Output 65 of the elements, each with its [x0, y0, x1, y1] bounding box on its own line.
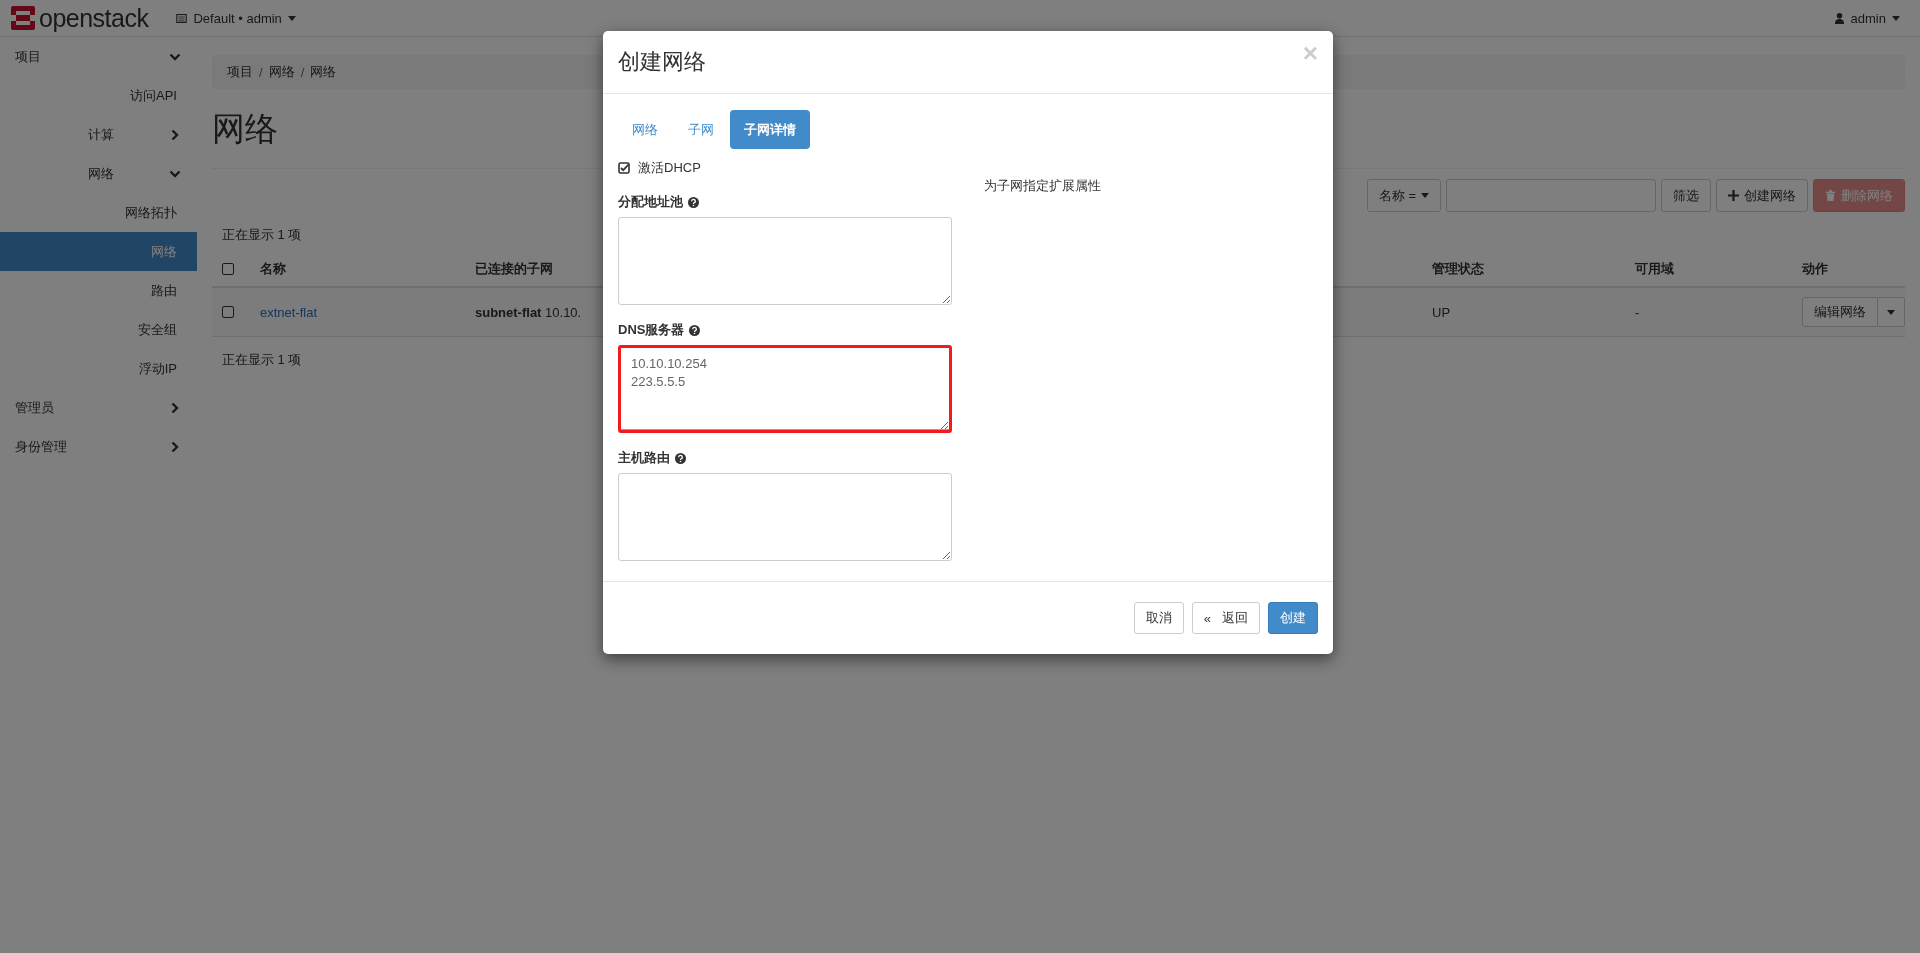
project-menu[interactable]: Default • admin — [176, 10, 296, 26]
column-header: 管理状态 — [1432, 260, 1485, 278]
sidebar-item[interactable]: 项目 — [0, 37, 197, 76]
column-header: 已连接的子网 — [475, 260, 554, 278]
help-icon — [688, 196, 699, 208]
caret-icon — [1887, 309, 1895, 315]
create-network-button[interactable]: 创建网络 — [1716, 179, 1808, 212]
checkbox[interactable] — [222, 263, 234, 275]
item-count: 正在显示 1 项 — [222, 227, 302, 242]
column-header: 名称 — [260, 260, 287, 278]
actions-dropdown-button[interactable] — [1878, 297, 1905, 327]
sidebar-item[interactable]: 浮动IP — [0, 349, 197, 388]
tab[interactable]: 子网 — [674, 110, 728, 149]
tab[interactable]: 网络 — [618, 110, 672, 149]
caret-icon — [287, 15, 296, 21]
brand-name: openstack — [39, 3, 149, 33]
item-count: 正在显示 1 项 — [222, 352, 302, 367]
field-label: DNS服务器 — [618, 321, 685, 339]
chevron-right-icon — [169, 401, 181, 414]
filter-input[interactable] — [1446, 179, 1656, 212]
checkbox[interactable] — [618, 162, 630, 174]
chevron-right-icon — [169, 440, 181, 453]
network-link[interactable]: extnet-flat — [260, 304, 318, 320]
sidebar-item[interactable]: 计算 — [0, 115, 197, 154]
table-cell: UP — [1432, 304, 1451, 320]
create-button[interactable]: 创建 — [1268, 602, 1318, 634]
sidebar-item[interactable]: 网络拓扑 — [0, 193, 197, 232]
caret-icon — [1421, 193, 1429, 198]
user-menu[interactable]: admin — [1833, 10, 1900, 26]
field-label: 主机路由 — [618, 449, 670, 467]
edit-network-button[interactable]: 编辑网络 — [1802, 297, 1878, 327]
chevron-right-icon — [169, 128, 181, 141]
sidebar-item[interactable]: 安全组 — [0, 310, 197, 349]
breadcrumb-separator: / — [300, 64, 305, 80]
text-area[interactable]: 10.10.10.254 223.5.5.5 — [618, 345, 952, 433]
breadcrumb-link[interactable]: 网络 — [268, 63, 295, 81]
help-icon — [675, 452, 686, 464]
breadcrumb-separator: / — [259, 64, 263, 80]
sidebar-item[interactable]: 网络 — [0, 154, 197, 193]
table-cell: subnet-flat 10.10. — [475, 304, 582, 320]
cancel-button[interactable]: 取消 — [1133, 602, 1184, 634]
filter-button[interactable]: 筛选 — [1661, 179, 1711, 212]
breadcrumb-link[interactable]: 项目 — [227, 63, 253, 81]
tab[interactable]: 子网详情 — [730, 110, 810, 149]
server-icon — [176, 12, 188, 24]
filter-field-dropdown[interactable]: 名称 = — [1366, 179, 1441, 212]
column-header: 可用域 — [1635, 260, 1675, 278]
sidebar-item[interactable]: 管理员 — [0, 388, 197, 427]
user-icon — [1833, 12, 1845, 24]
plus-icon — [1728, 190, 1739, 201]
dialog-title: 创建网络 — [618, 48, 707, 76]
logo-icon — [10, 5, 36, 31]
breadcrumb-link[interactable]: 网络 — [310, 63, 337, 81]
sidebar-item[interactable]: 网络 — [0, 232, 197, 271]
help-text: 为子网指定扩展属性 — [984, 177, 1101, 195]
help-icon — [689, 324, 701, 336]
table-cell: - — [1635, 304, 1640, 320]
caret-icon — [1892, 15, 1900, 21]
sidebar-item[interactable]: 访问API — [0, 76, 197, 115]
back-button[interactable]: « 返回 — [1191, 602, 1260, 634]
checkbox[interactable] — [222, 306, 234, 318]
sidebar-item[interactable]: 路由 — [0, 271, 197, 310]
column-header: 动作 — [1802, 260, 1829, 278]
sidebar-item[interactable]: 身份管理 — [0, 427, 197, 466]
field-label: 分配地址池 — [618, 193, 683, 211]
